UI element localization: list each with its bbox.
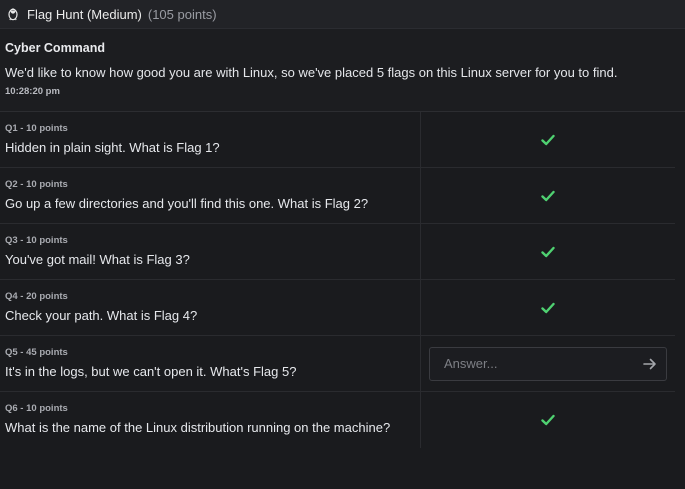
check-icon	[541, 190, 555, 201]
question-text: Check your path. What is Flag 4?	[5, 308, 198, 323]
question-label: Q1 - 10 points	[5, 123, 68, 134]
question-text: You've got mail! What is Flag 3?	[5, 252, 190, 267]
question-info: Q5 - 45 points It's in the logs, but we …	[0, 336, 421, 391]
challenge-header: Flag Hunt (Medium) (105 points)	[0, 0, 685, 29]
challenge-title: Flag Hunt (Medium)	[27, 6, 142, 22]
question-status	[421, 168, 675, 223]
arrow-right-icon[interactable]	[642, 357, 658, 371]
question-info: Q2 - 10 points Go up a few directories a…	[0, 168, 421, 223]
question-status	[421, 392, 675, 448]
question-label: Q6 - 10 points	[5, 403, 68, 414]
answer-input[interactable]	[444, 356, 642, 371]
challenge-intro: Cyber Command We'd like to know how good…	[0, 29, 685, 112]
question-info: Q1 - 10 points Hidden in plain sight. Wh…	[0, 112, 421, 167]
challenge-points: (105 points)	[147, 6, 217, 22]
check-icon	[541, 134, 555, 145]
check-icon	[541, 414, 555, 426]
linux-penguin-icon	[8, 8, 18, 21]
question-row: Q6 - 10 points What is the name of the L…	[0, 392, 675, 448]
question-answer	[421, 336, 675, 391]
question-status	[421, 112, 675, 167]
question-info: Q6 - 10 points What is the name of the L…	[0, 392, 421, 448]
check-icon	[541, 302, 555, 313]
question-row: Q4 - 20 points Check your path. What is …	[0, 280, 675, 336]
question-status	[421, 224, 675, 279]
question-row: Q2 - 10 points Go up a few directories a…	[0, 168, 675, 224]
question-status	[421, 280, 675, 335]
message-timestamp: 10:28:20 pm	[5, 86, 60, 97]
question-info: Q4 - 20 points Check your path. What is …	[0, 280, 421, 335]
question-text: It's in the logs, but we can't open it. …	[5, 364, 297, 379]
question-text: Go up a few directories and you'll find …	[5, 196, 369, 211]
question-list: Q1 - 10 points Hidden in plain sight. Wh…	[0, 112, 675, 448]
check-icon	[541, 246, 555, 257]
question-row: Q1 - 10 points Hidden in plain sight. Wh…	[0, 112, 675, 168]
challenge-description: We'd like to know how good you are with …	[5, 65, 618, 80]
question-info: Q3 - 10 points You've got mail! What is …	[0, 224, 421, 279]
answer-field[interactable]	[429, 346, 667, 381]
question-label: Q4 - 20 points	[5, 291, 68, 302]
question-text: Hidden in plain sight. What is Flag 1?	[5, 140, 220, 155]
question-label: Q5 - 45 points	[5, 347, 68, 358]
question-label: Q3 - 10 points	[5, 235, 68, 246]
question-label: Q2 - 10 points	[5, 179, 68, 190]
question-row: Q5 - 45 points It's in the logs, but we …	[0, 336, 675, 392]
author-name: Cyber Command	[5, 41, 106, 55]
question-text: What is the name of the Linux distributi…	[5, 420, 391, 435]
question-row: Q3 - 10 points You've got mail! What is …	[0, 224, 675, 280]
